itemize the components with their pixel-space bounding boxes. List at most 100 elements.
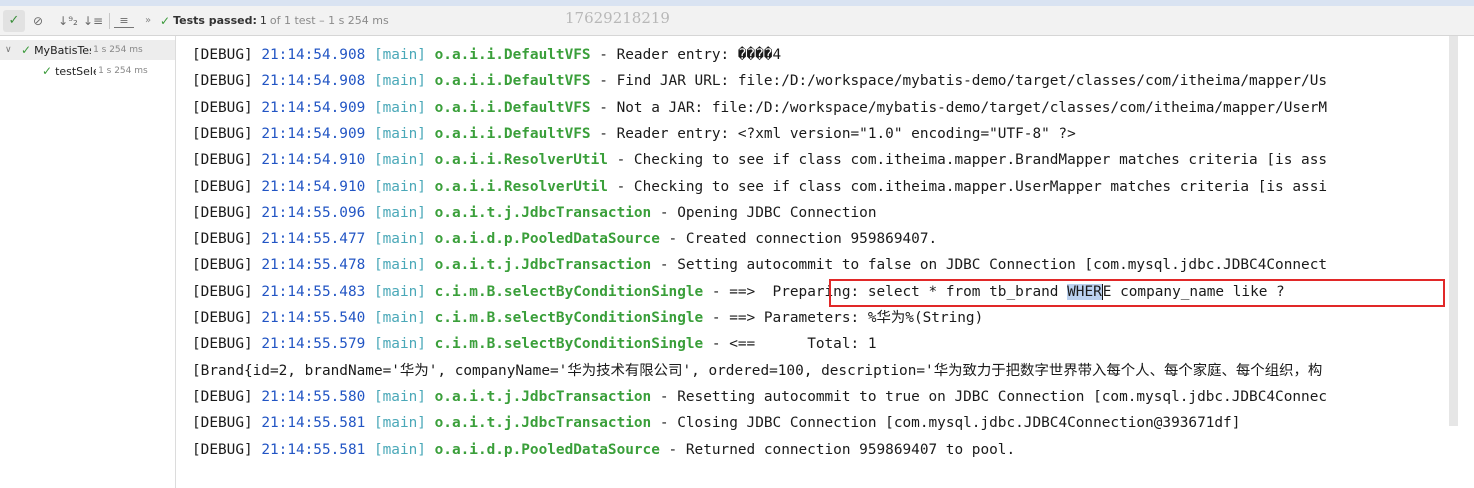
log-message: Setting autocommit to false on JDBC Conn…	[677, 257, 1328, 274]
log-line: [DEBUG] 21:14:54.908 [main] o.a.i.i.Defa…	[192, 42, 781, 68]
log-thread: [main]	[373, 125, 426, 142]
status-label: Tests passed:	[173, 14, 257, 27]
log-message: Reader entry: <?xml version="1.0" encodi…	[616, 125, 1076, 142]
log-thread: [main]	[373, 152, 426, 169]
passed-check-icon: ✓	[42, 64, 53, 78]
log-line: [DEBUG] 21:14:55.478 [main] o.a.i.t.j.Jd…	[192, 252, 1327, 278]
log-thread: [main]	[373, 231, 426, 248]
status-count: 1	[259, 14, 267, 27]
show-passed-icon[interactable]: ✓	[3, 9, 25, 32]
log-level: [DEBUG]	[192, 47, 253, 63]
log-separator: -	[607, 152, 634, 169]
log-line: [DEBUG] 21:14:55.540 [main] c.i.m.B.sele…	[192, 305, 983, 331]
log-message: Not a JAR: file:/D:/workspace/mybatis-de…	[616, 99, 1328, 116]
test-runner-toolbar: ✓ ⊘ ↓⁹₂ ↓≡ ≡ » ✓ Tests passed: 1 of 1 te…	[0, 6, 1474, 36]
chevron-down-icon[interactable]: ∨	[5, 45, 17, 55]
log-line: [Brand{id=2, brandName='华为', companyName…	[192, 358, 1322, 384]
log-line: [DEBUG] 21:14:54.910 [main] o.a.i.i.Reso…	[192, 147, 1327, 173]
log-separator: -	[590, 47, 617, 63]
log-thread: [main]	[373, 336, 426, 353]
log-line: [DEBUG] 21:14:55.579 [main] c.i.m.B.sele…	[192, 331, 877, 357]
suite-time: 1 s 254 ms	[93, 45, 143, 55]
log-message: Checking to see if class com.itheima.map…	[633, 152, 1328, 169]
test-suite-row[interactable]: ∨ ✓ MyBatisTes 1 s 254 ms	[0, 40, 175, 60]
log-message: Resetting autocommit to true on JDBC Con…	[677, 388, 1328, 405]
sort-by-duration-icon[interactable]: ↓⁹₂	[55, 10, 81, 32]
log-line: [DEBUG] 21:14:55.580 [main] o.a.i.t.j.Jd…	[192, 384, 1327, 410]
log-thread: [main]	[373, 73, 426, 90]
log-thread: [main]	[373, 204, 426, 221]
log-timestamp: 21:14:55.540	[261, 310, 366, 326]
vertical-scrollbar[interactable]	[1446, 36, 1474, 488]
log-logger: o.a.i.i.DefaultVFS	[434, 73, 591, 90]
log-separator: -	[703, 336, 730, 353]
log-timestamp: 21:14:54.909	[261, 99, 366, 116]
log-separator: -	[703, 283, 730, 300]
log-timestamp: 21:14:55.581	[261, 415, 366, 432]
scrollbar-thumb[interactable]	[1449, 36, 1458, 426]
log-level: [DEBUG]	[192, 178, 253, 195]
passed-check-icon: ✓	[21, 43, 32, 57]
log-level: [DEBUG]	[192, 231, 253, 248]
log-message: Find JAR URL: file:/D:/workspace/mybatis…	[616, 73, 1328, 90]
log-thread: [main]	[373, 441, 426, 458]
log-line: [DEBUG] 21:14:54.908 [main] o.a.i.i.Defa…	[192, 68, 1327, 94]
passed-check-icon: ✓	[160, 13, 171, 28]
toolbar-divider	[109, 12, 110, 29]
log-separator: -	[590, 125, 617, 142]
log-thread: [main]	[373, 283, 426, 300]
log-level: [DEBUG]	[192, 73, 253, 90]
log-timestamp: 21:14:55.478	[261, 257, 366, 274]
test-status: ✓ Tests passed: 1 of 1 test – 1 s 254 ms	[160, 14, 389, 28]
log-timestamp: 21:14:54.908	[261, 47, 366, 63]
log-logger: o.a.i.i.DefaultVFS	[434, 47, 591, 63]
log-message: Reader entry: ����4	[616, 47, 782, 63]
console-output[interactable]: [DEBUG] 21:14:54.908 [main] o.a.i.i.Defa…	[176, 36, 1446, 488]
log-line: [DEBUG] 21:14:55.096 [main] o.a.i.t.j.Jd…	[192, 200, 877, 226]
log-timestamp: 21:14:55.477	[261, 231, 366, 248]
log-logger: o.a.i.i.DefaultVFS	[434, 125, 591, 142]
log-message: Closing JDBC Connection [com.mysql.jdbc.…	[677, 415, 1241, 432]
log-separator: -	[659, 441, 686, 458]
log-level: [DEBUG]	[192, 388, 253, 405]
log-level: [DEBUG]	[192, 336, 253, 353]
log-level: [DEBUG]	[192, 441, 253, 458]
test-time: 1 s 254 ms	[98, 66, 148, 76]
log-thread: [main]	[373, 178, 426, 195]
log-logger: o.a.i.t.j.JdbcTransaction	[434, 204, 652, 221]
log-logger: o.a.i.i.ResolverUtil	[434, 178, 608, 195]
log-timestamp: 21:14:55.483	[261, 283, 366, 300]
log-logger: c.i.m.B.selectByConditionSingle	[434, 310, 704, 326]
log-line: [DEBUG] 21:14:54.909 [main] o.a.i.i.Defa…	[192, 121, 1076, 147]
highlight-box	[829, 279, 1445, 307]
expand-all-icon[interactable]: ≡	[114, 13, 134, 28]
show-ignored-icon[interactable]: ⊘	[27, 10, 49, 32]
log-separator: -	[590, 99, 617, 116]
more-actions-icon[interactable]: »	[140, 10, 156, 32]
log-message: Created connection 959869407.	[685, 231, 938, 248]
log-line: [DEBUG] 21:14:55.477 [main] o.a.i.d.p.Po…	[192, 226, 937, 252]
log-message: <== Total: 1	[729, 336, 877, 353]
log-timestamp: 21:14:54.908	[261, 73, 366, 90]
log-logger: o.a.i.t.j.JdbcTransaction	[434, 415, 652, 432]
test-case-row[interactable]: ✓ testSele 1 s 254 ms	[38, 61, 148, 81]
status-detail: of 1 test – 1 s 254 ms	[269, 14, 389, 27]
log-logger: o.a.i.i.ResolverUtil	[434, 152, 608, 169]
log-level: [DEBUG]	[192, 310, 253, 326]
log-message: Returned connection 959869407 to pool.	[685, 441, 1016, 458]
log-thread: [main]	[373, 388, 426, 405]
log-level: [DEBUG]	[192, 99, 253, 116]
log-logger: o.a.i.d.p.PooledDataSource	[434, 441, 660, 458]
log-logger: c.i.m.B.selectByConditionSingle	[434, 283, 704, 300]
sort-alphabetically-icon[interactable]: ↓≡	[81, 10, 105, 32]
log-separator: -	[607, 178, 634, 195]
log-timestamp: 21:14:54.909	[261, 125, 366, 142]
log-thread: [main]	[373, 257, 426, 274]
log-separator: -	[651, 257, 678, 274]
log-thread: [main]	[373, 310, 426, 326]
log-line: [DEBUG] 21:14:55.581 [main] o.a.i.t.j.Jd…	[192, 410, 1240, 436]
log-message: Opening JDBC Connection	[677, 204, 877, 221]
log-logger: o.a.i.t.j.JdbcTransaction	[434, 388, 652, 405]
log-level: [DEBUG]	[192, 283, 253, 300]
log-timestamp: 21:14:55.580	[261, 388, 366, 405]
